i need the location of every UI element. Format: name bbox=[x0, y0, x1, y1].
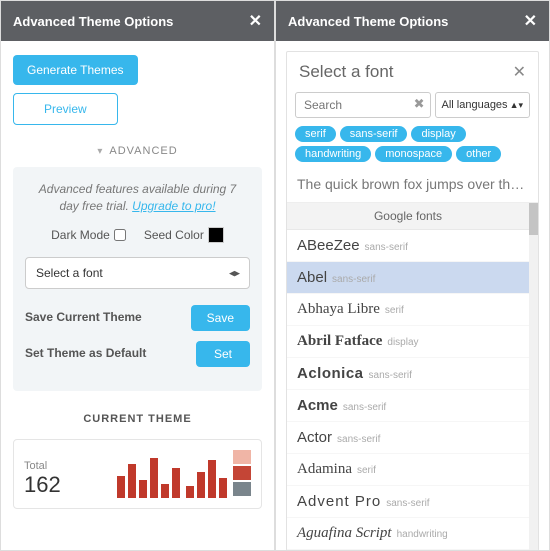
font-row[interactable]: Adamina serif bbox=[287, 454, 529, 486]
font-select[interactable]: Select a font bbox=[25, 257, 250, 289]
font-category-tag: sans-serif bbox=[386, 498, 429, 509]
category-pill-other[interactable]: other bbox=[456, 146, 501, 162]
font-name: Aguafina Script bbox=[297, 525, 392, 542]
set-default-label: Set Theme as Default bbox=[25, 346, 146, 360]
panel-title: Advanced Theme Options bbox=[13, 14, 173, 29]
advanced-section-header[interactable]: ▾ ADVANCED bbox=[13, 145, 262, 157]
advanced-box: Advanced features available during 7 day… bbox=[13, 167, 262, 391]
font-name: Advent Pro bbox=[297, 493, 381, 510]
font-picker-dialog: Select a font ✕ ✖ All languages ▲▾ serif… bbox=[286, 51, 539, 550]
close-icon[interactable]: ✕ bbox=[524, 11, 537, 31]
bar-chart-icon bbox=[117, 454, 180, 498]
category-pill-serif[interactable]: serif bbox=[295, 126, 336, 142]
font-category-tag: serif bbox=[357, 465, 376, 476]
font-category-tag: sans-serif bbox=[343, 402, 386, 413]
panel-title: Advanced Theme Options bbox=[288, 14, 448, 29]
total-label: Total bbox=[24, 460, 111, 472]
font-row[interactable]: Acme sans-serif bbox=[287, 390, 529, 422]
font-row[interactable]: ABeeZee sans-serif bbox=[287, 230, 529, 262]
color-swatch-stack bbox=[233, 450, 251, 498]
font-category-tag: sans-serif bbox=[332, 274, 375, 285]
upgrade-link[interactable]: Upgrade to pro! bbox=[132, 199, 215, 213]
preview-button[interactable]: Preview bbox=[13, 93, 118, 125]
current-theme-label: CURRENT THEME bbox=[13, 413, 262, 425]
sort-icon: ▲▾ bbox=[510, 100, 523, 111]
generate-themes-button[interactable]: Generate Themes bbox=[13, 55, 138, 85]
save-theme-label: Save Current Theme bbox=[25, 310, 142, 324]
seed-color-swatch[interactable] bbox=[208, 227, 224, 243]
font-picker-title: Select a font bbox=[299, 62, 394, 82]
font-group-header: Google fonts bbox=[287, 203, 529, 230]
close-icon[interactable]: ✕ bbox=[513, 62, 526, 82]
panel-header-left: Advanced Theme Options ✕ bbox=[1, 1, 274, 41]
close-icon[interactable]: ✕ bbox=[249, 11, 262, 31]
font-name: Abhaya Libre bbox=[297, 301, 380, 318]
theme-preview-card: Total 162 bbox=[13, 439, 262, 509]
panel-right: Advanced Theme Options ✕ Select a font ✕… bbox=[275, 0, 550, 551]
font-name: Adamina bbox=[297, 461, 352, 478]
font-row[interactable]: Abel sans-serif bbox=[287, 262, 529, 294]
font-category-tag: sans-serif bbox=[369, 370, 412, 381]
bar-chart-icon-2 bbox=[186, 454, 227, 498]
font-row[interactable]: Actor sans-serif bbox=[287, 422, 529, 454]
advanced-label: ADVANCED bbox=[109, 145, 177, 157]
category-pill-handwriting[interactable]: handwriting bbox=[295, 146, 371, 162]
dark-mode-toggle[interactable]: Dark Mode bbox=[51, 228, 126, 242]
font-name: Acme bbox=[297, 397, 338, 414]
panel-left: Advanced Theme Options ✕ Generate Themes… bbox=[0, 0, 275, 551]
font-category-tag: handwriting bbox=[397, 529, 448, 540]
category-pill-display[interactable]: display bbox=[411, 126, 465, 142]
font-category-tag: sans-serif bbox=[337, 434, 380, 445]
trial-message: Advanced features available during 7 day… bbox=[25, 181, 250, 215]
font-category-tag: serif bbox=[385, 305, 404, 316]
panel-header-right: Advanced Theme Options ✕ bbox=[276, 1, 549, 41]
scrollbar[interactable] bbox=[529, 203, 538, 550]
font-category-tag: display bbox=[387, 337, 418, 348]
total-value: 162 bbox=[24, 472, 111, 498]
dark-mode-checkbox[interactable] bbox=[114, 229, 126, 241]
font-row[interactable]: Abhaya Libre serif bbox=[287, 294, 529, 326]
font-name: Aclonica bbox=[297, 365, 364, 382]
font-row[interactable]: Abril Fatface display bbox=[287, 326, 529, 358]
font-row[interactable]: Aguafina Script handwriting bbox=[287, 518, 529, 550]
panel-body-right: Select a font ✕ ✖ All languages ▲▾ serif… bbox=[276, 41, 549, 550]
font-name: Abril Fatface bbox=[297, 333, 382, 350]
search-input[interactable] bbox=[295, 92, 431, 118]
category-pill-monospace[interactable]: monospace bbox=[375, 146, 452, 162]
clear-search-icon[interactable]: ✖ bbox=[414, 96, 425, 112]
category-pills: serifsans-serifdisplay handwritingmonospa… bbox=[287, 126, 538, 170]
language-filter[interactable]: All languages ▲▾ bbox=[435, 92, 531, 118]
caret-down-icon: ▾ bbox=[97, 146, 103, 157]
font-name: Abel bbox=[297, 269, 327, 286]
font-row[interactable]: Advent Pro sans-serif bbox=[287, 486, 529, 518]
save-button[interactable]: Save bbox=[191, 305, 250, 331]
font-category-tag: sans-serif bbox=[365, 242, 408, 253]
scrollbar-thumb[interactable] bbox=[529, 203, 538, 235]
font-name: ABeeZee bbox=[297, 237, 360, 254]
font-row[interactable]: Aclonica sans-serif bbox=[287, 358, 529, 390]
font-select-wrap[interactable]: Select a font ◂▸ bbox=[25, 257, 250, 289]
category-pill-sans-serif[interactable]: sans-serif bbox=[340, 126, 408, 142]
panel-body-left: Generate Themes Preview ▾ ADVANCED Advan… bbox=[1, 41, 274, 550]
sample-text: The quick brown fox jumps over the la... bbox=[287, 170, 538, 203]
seed-color-control[interactable]: Seed Color bbox=[144, 227, 224, 243]
set-button[interactable]: Set bbox=[196, 341, 250, 367]
font-list: Google fonts ABeeZee sans-serif Abel sans-s… bbox=[287, 203, 529, 550]
font-name: Actor bbox=[297, 429, 332, 446]
